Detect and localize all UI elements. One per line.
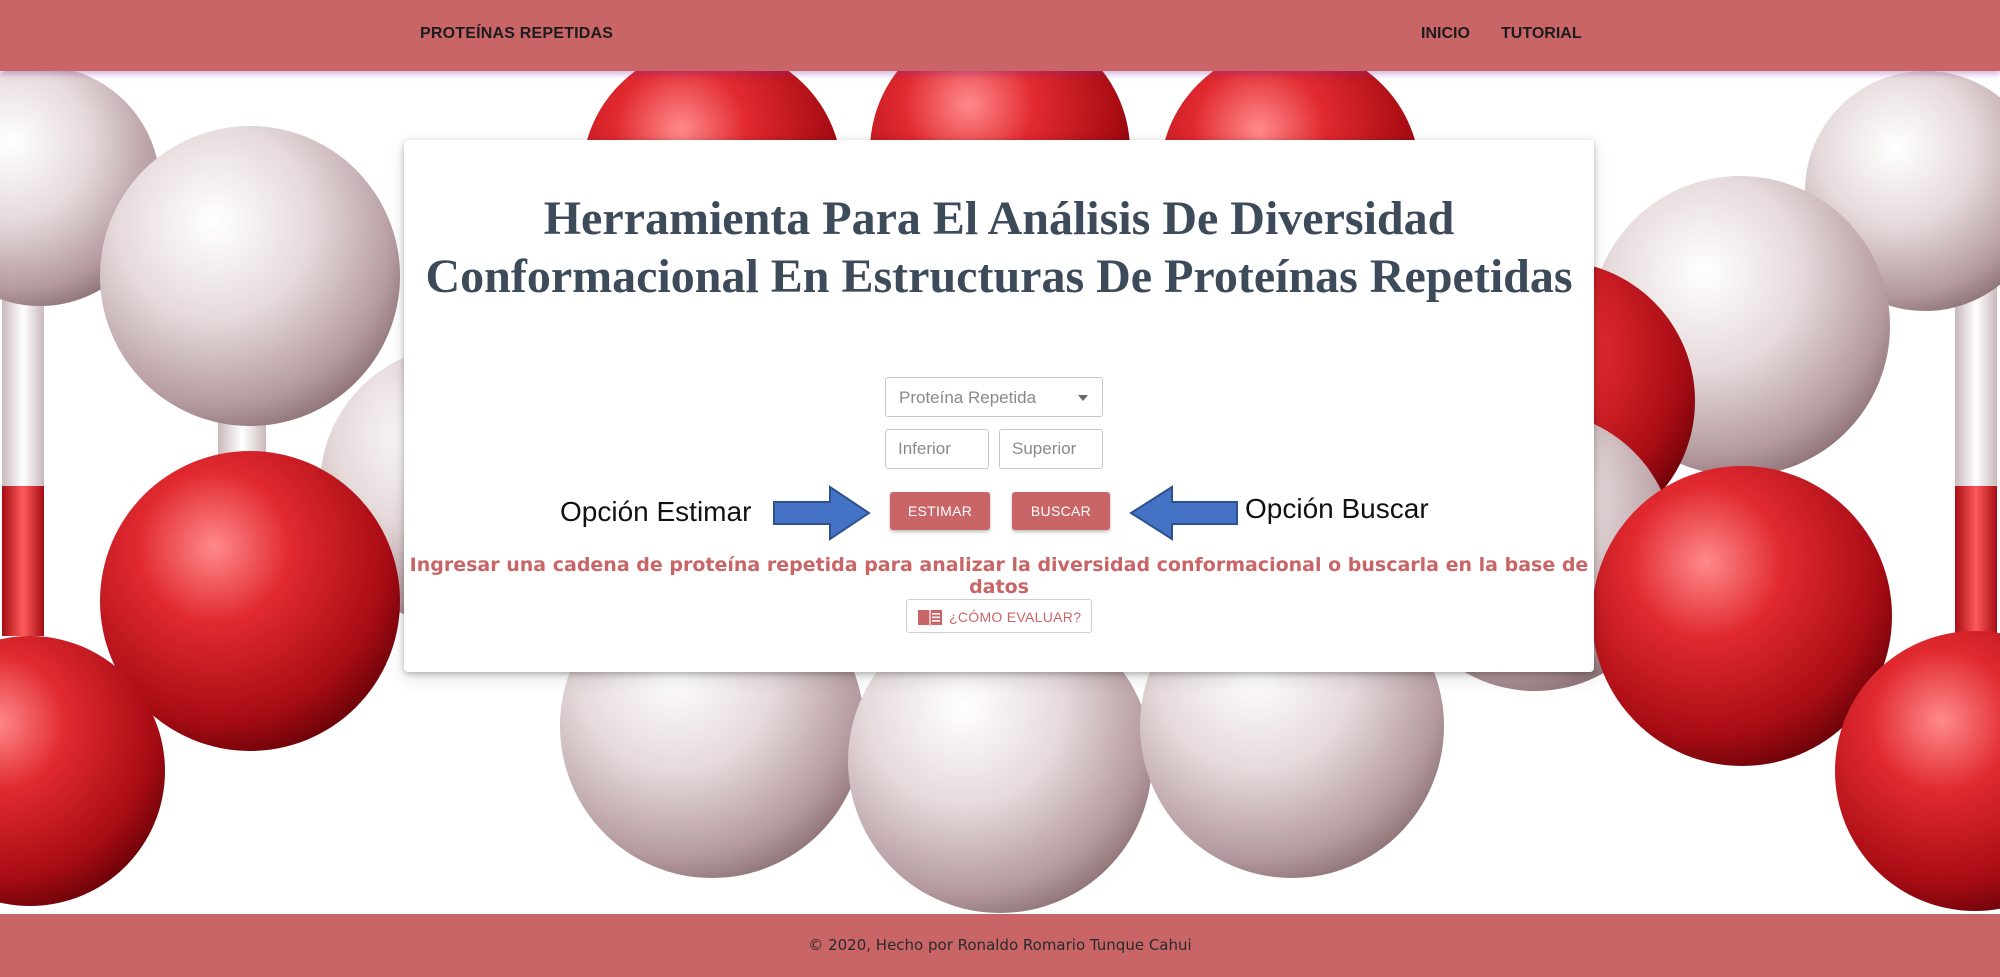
estimate-button[interactable]: ESTIMAR — [890, 492, 990, 530]
how-to-evaluate-label: ¿CÓMO EVALUAR? — [949, 609, 1082, 625]
right-arrow-icon — [773, 485, 871, 541]
protein-select-placeholder: Proteína Repetida — [899, 388, 1037, 407]
footer-text: © 2020, Hecho por Ronaldo Romario Tunque… — [808, 936, 1192, 954]
how-to-evaluate-button[interactable]: ¿CÓMO EVALUAR? — [906, 599, 1092, 633]
protein-select[interactable]: Proteína Repetida — [885, 377, 1103, 417]
caret-down-icon — [1078, 395, 1088, 401]
estimate-option-label: Opción Estimar — [560, 496, 752, 527]
main-card: Herramienta Para El Análisis De Diversid… — [404, 140, 1594, 672]
helper-text: Ingresar una cadena de proteína repetida… — [409, 554, 1589, 598]
page-title: Herramienta Para El Análisis De Diversid… — [425, 192, 1573, 303]
navbar: PROTEÍNAS REPETIDAS INICIO TUTORIAL — [0, 0, 2000, 71]
search-option-label: Opción Buscar — [1245, 493, 1429, 524]
footer: © 2020, Hecho por Ronaldo Romario Tunque… — [0, 914, 2000, 977]
left-arrow-icon — [1129, 485, 1238, 541]
brand-link[interactable]: PROTEÍNAS REPETIDAS — [420, 25, 613, 43]
inferior-input[interactable] — [885, 429, 989, 469]
nav-link-inicio[interactable]: INICIO — [1421, 25, 1470, 43]
search-button[interactable]: BUSCAR — [1012, 492, 1110, 530]
book-icon — [918, 610, 942, 626]
superior-input[interactable] — [999, 429, 1103, 469]
nav-link-tutorial[interactable]: TUTORIAL — [1501, 25, 1582, 43]
